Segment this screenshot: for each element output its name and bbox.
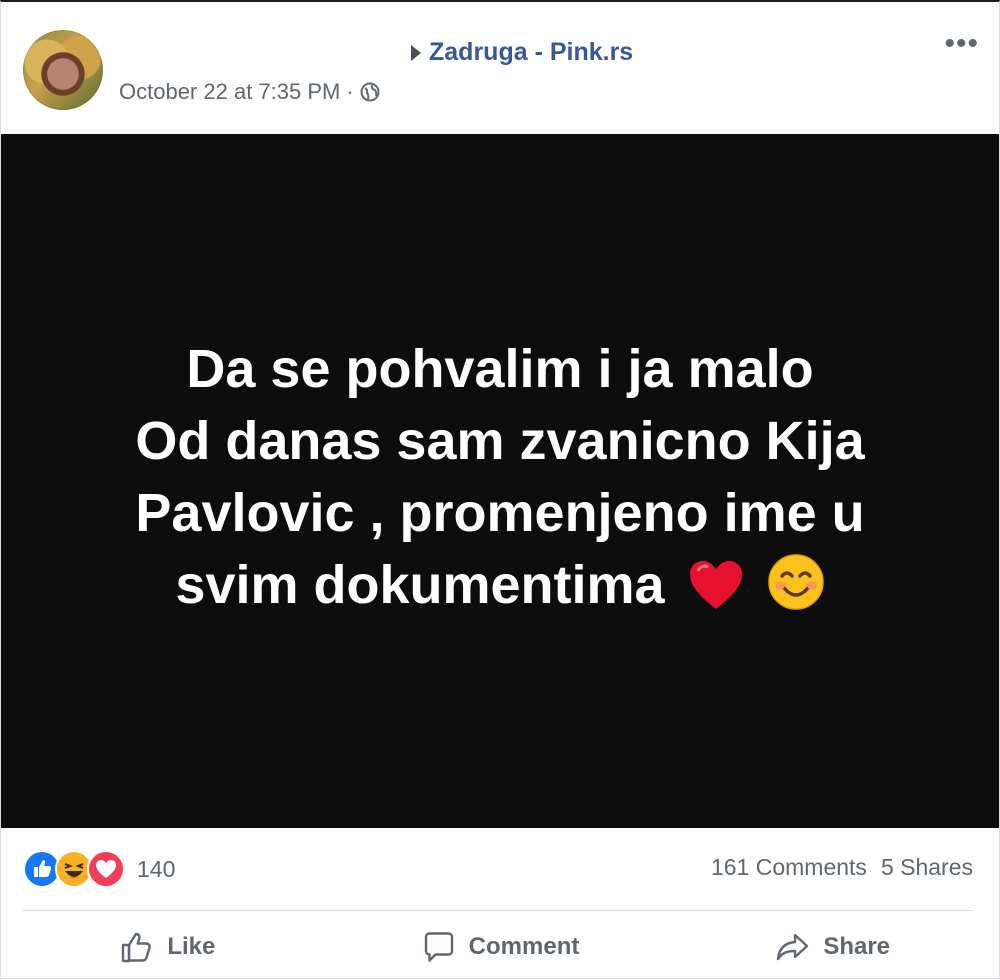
post-text-line: Da se pohvalim i ja malo	[186, 339, 814, 399]
meta-separator: ·	[346, 79, 354, 104]
post-text-line: svim dokumentima	[175, 555, 665, 615]
post-actions: Like Comment Share	[1, 914, 999, 980]
reaction-count[interactable]: 140	[137, 856, 175, 883]
shares-count-link[interactable]: 5 Shares	[881, 854, 973, 881]
post-text-line: Od danas sam zvanicno Kija	[135, 411, 865, 471]
more-options-button[interactable]: •••	[944, 29, 979, 59]
post-card: Zadruga - Pink.rs ••• October 22 at 7:35…	[0, 0, 1000, 979]
post-meta: October 22 at 7:35 PM ·	[119, 79, 380, 105]
post-stats: 140 161 Comments 5 Shares	[1, 842, 999, 896]
red-heart-emoji	[688, 557, 744, 629]
share-button[interactable]: Share	[666, 914, 999, 980]
arrow-right-icon	[411, 44, 421, 61]
page-name[interactable]: Zadruga - Pink.rs	[429, 38, 633, 67]
like-button[interactable]: Like	[1, 914, 334, 980]
avatar[interactable]	[23, 30, 103, 110]
post-image[interactable]: Da se pohvalim i ja malo Od danas sam zv…	[1, 134, 999, 828]
globe-icon[interactable]	[360, 82, 380, 102]
thumbs-up-icon	[122, 932, 152, 963]
post-text-line-last: svim dokumentima	[70, 549, 930, 629]
engagement-counts: 161 Comments 5 Shares	[711, 854, 973, 881]
smiling-face-emoji	[767, 553, 825, 629]
comment-icon	[424, 932, 453, 962]
timestamp[interactable]: October 22 at 7:35 PM	[119, 79, 340, 105]
like-label: Like	[167, 933, 216, 960]
share-label: Share	[823, 933, 891, 960]
reactions-summary[interactable]: 140	[23, 850, 175, 888]
love-reaction-icon	[87, 850, 125, 888]
comment-button[interactable]: Comment	[334, 914, 667, 980]
shared-to-link[interactable]: Zadruga - Pink.rs	[411, 38, 633, 67]
post-text-line: Pavlovic , promenjeno ime u	[135, 483, 865, 543]
post-image-text: Da se pohvalim i ja malo Od danas sam zv…	[70, 333, 930, 629]
share-arrow-icon	[777, 933, 809, 961]
comments-count-link[interactable]: 161 Comments	[711, 854, 867, 881]
actions-divider	[23, 910, 973, 911]
comment-label: Comment	[468, 933, 580, 960]
post-header: Zadruga - Pink.rs ••• October 22 at 7:35…	[1, 2, 999, 134]
